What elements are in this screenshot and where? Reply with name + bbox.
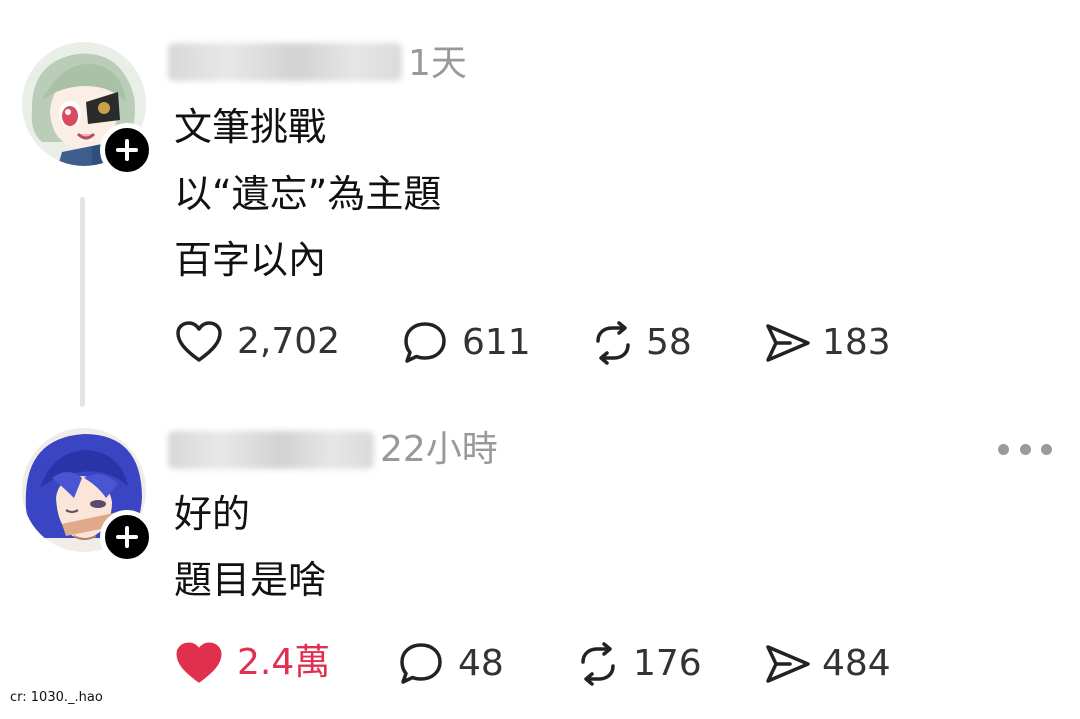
like-count: 2.4萬 — [237, 642, 331, 683]
post-2: 22小時 好的 題目是啥 2.4萬 48 176 484 — [0, 0, 1080, 719]
follow-button[interactable] — [100, 510, 154, 564]
post-text-line: 好的 — [174, 492, 251, 536]
speech-bubble-icon — [400, 643, 442, 684]
comment-count: 48 — [458, 643, 504, 684]
ellipsis-icon — [998, 443, 1009, 455]
paper-plane-icon — [766, 645, 810, 683]
ellipsis-icon — [1019, 443, 1031, 455]
comment-button[interactable]: 48 — [398, 641, 504, 687]
post-time: 22小時 — [380, 429, 498, 470]
ellipsis-icon — [1041, 443, 1052, 455]
username[interactable] — [168, 431, 374, 469]
more-options-button[interactable] — [998, 436, 1052, 462]
post-text-line: 題目是啥 — [174, 558, 327, 602]
watermark-credit: cr: 1030._.hao — [10, 690, 103, 705]
plus-icon — [116, 526, 138, 548]
share-count: 484 — [822, 643, 891, 684]
like-button[interactable]: 2.4萬 — [175, 641, 330, 685]
share-button[interactable]: 484 — [764, 641, 891, 687]
repost-button[interactable]: 176 — [575, 641, 702, 687]
repost-count: 176 — [633, 643, 702, 684]
heart-icon — [176, 642, 222, 683]
repost-arrows-icon — [581, 642, 615, 686]
